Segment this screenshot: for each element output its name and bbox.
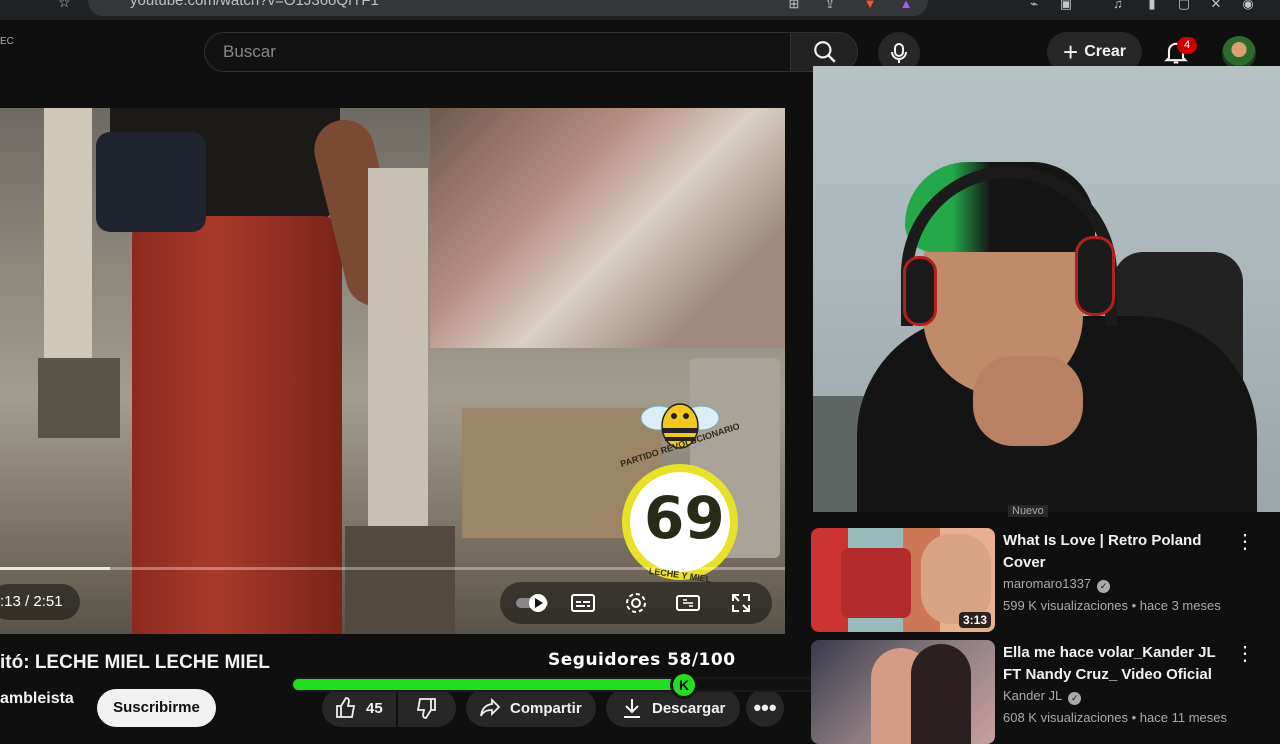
verified-check-icon: ✓ xyxy=(1068,692,1082,705)
streamer-webcam xyxy=(813,66,1280,512)
thumbnail-person-2 xyxy=(911,644,971,744)
webcam-earcup-right xyxy=(1075,236,1115,316)
time-text: :13 / 2:51 xyxy=(0,593,63,610)
tab-search-icon[interactable]: ▢ xyxy=(1176,0,1192,12)
video-scene-pillar-base xyxy=(38,358,120,438)
extensions-puzzle-icon[interactable]: ✕ xyxy=(1208,0,1224,12)
fullscreen-icon[interactable] xyxy=(728,591,754,615)
more-horizontal-icon: ••• xyxy=(753,695,777,720)
search-input[interactable]: Buscar xyxy=(204,32,792,72)
search-placeholder: Buscar xyxy=(223,42,276,61)
search-icon xyxy=(814,41,836,63)
webcam-earcup-left xyxy=(903,256,937,326)
subscribe-button[interactable]: Suscribirme xyxy=(97,689,216,727)
download-label: Descargar xyxy=(652,699,726,717)
subtitles-icon[interactable] xyxy=(570,591,596,615)
url-text[interactable]: youtube.com/watch?v=O1J36oQfTF1 xyxy=(130,0,379,9)
recommendation-title[interactable]: What Is Love | Retro Poland Cover xyxy=(1003,530,1233,574)
party-logo-number: 69 xyxy=(644,484,725,552)
notification-count-badge: 4 xyxy=(1177,37,1197,54)
recommendation-title[interactable]: Ella me hace volar_Kander JL FT Nandy Cr… xyxy=(1003,642,1233,686)
channel-name-text: Kander JL xyxy=(1003,688,1063,703)
video-scene-person-pants xyxy=(132,216,342,634)
channel-name-text: maromaro1337 xyxy=(1003,576,1092,591)
video-scene-stall xyxy=(430,108,785,348)
microphone-icon xyxy=(891,43,907,63)
channel-name[interactable]: ambleista xyxy=(0,690,74,708)
extension-icon-2[interactable]: ▣ xyxy=(1058,0,1074,12)
video-scene-pole-base xyxy=(345,526,455,634)
recommendation-meta: 599 K visualizaciones • hace 3 meses xyxy=(1003,598,1221,613)
like-button[interactable]: 45 xyxy=(322,689,396,727)
followers-goal-text: Seguidores 58/100 xyxy=(548,650,736,670)
dislike-button[interactable] xyxy=(398,689,456,727)
plus-icon: + xyxy=(1063,37,1079,67)
share-page-icon[interactable]: ⇪ xyxy=(822,0,838,12)
recommendation-channel[interactable]: maromaro1337 ✓ xyxy=(1003,576,1111,593)
more-actions-button[interactable]: ••• xyxy=(746,689,784,727)
create-label: Crear xyxy=(1084,43,1126,60)
settings-gear-icon[interactable] xyxy=(623,591,649,615)
recommendation-item[interactable]: 3:13 What Is Love | Retro Poland Cover m… xyxy=(811,528,1280,632)
bookmark-star-icon[interactable]: ☆ xyxy=(58,0,71,11)
followers-goal-knob-icon: K xyxy=(670,671,698,699)
install-app-icon[interactable]: ⊞ xyxy=(786,0,802,12)
recommendation-item[interactable]: Ella me hace volar_Kander JL FT Nandy Cr… xyxy=(811,640,1280,744)
brave-rewards-icon[interactable]: ▲ xyxy=(898,0,914,12)
thumbnail-face xyxy=(921,534,991,624)
recommendation-meta: 608 K visualizaciones • hace 11 meses xyxy=(1003,710,1227,725)
video-duration: 3:13 xyxy=(958,612,991,628)
video-scene-shoes xyxy=(96,132,206,232)
new-badge: Nuevo xyxy=(1008,505,1048,517)
brave-shield-icon[interactable]: ▼ xyxy=(862,0,878,12)
time-display: :13 / 2:51 xyxy=(0,584,80,620)
video-title: itó: LECHE MIEL LECHE MIEL xyxy=(0,652,270,673)
download-icon xyxy=(624,699,640,718)
followers-goal-fill xyxy=(293,679,696,690)
thumbs-down-icon xyxy=(416,698,436,719)
thumbs-up-icon xyxy=(336,697,356,718)
thumbnail-bus xyxy=(841,548,911,618)
video-progress-played xyxy=(0,567,110,570)
more-vertical-icon[interactable]: ⋮ xyxy=(1235,644,1255,668)
video-scene-pole xyxy=(368,168,428,538)
share-button[interactable]: Compartir xyxy=(466,689,596,727)
theater-mode-icon[interactable] xyxy=(675,591,701,615)
recommendation-channel[interactable]: Kander JL ✓ xyxy=(1003,688,1082,705)
share-icon xyxy=(480,697,501,717)
webcam-hand xyxy=(973,356,1083,446)
media-control-icon[interactable]: ♫ xyxy=(1110,0,1126,12)
recommendation-thumbnail[interactable] xyxy=(811,640,995,744)
recommendation-thumbnail[interactable]: 3:13 xyxy=(811,528,995,632)
video-progress-bar[interactable] xyxy=(0,567,785,570)
browser-toolbar: ☆ youtube.com/watch?v=O1J36oQfTF1 ⊞ ⇪ ▼ … xyxy=(0,0,1280,20)
more-vertical-icon[interactable]: ⋮ xyxy=(1235,532,1255,556)
extension-icon-1[interactable]: ⌁ xyxy=(1026,0,1042,12)
region-code: EC xyxy=(0,36,14,47)
sidebar-icon[interactable]: ▮ xyxy=(1144,0,1160,12)
like-count: 45 xyxy=(366,699,383,717)
verified-check-icon: ✓ xyxy=(1097,580,1111,593)
autoplay-toggle-icon[interactable] xyxy=(514,591,550,615)
video-scene-pillar xyxy=(44,108,92,368)
vpn-icon[interactable]: ◉ xyxy=(1240,0,1256,12)
share-label: Compartir xyxy=(510,699,582,717)
avatar[interactable] xyxy=(1222,36,1256,70)
